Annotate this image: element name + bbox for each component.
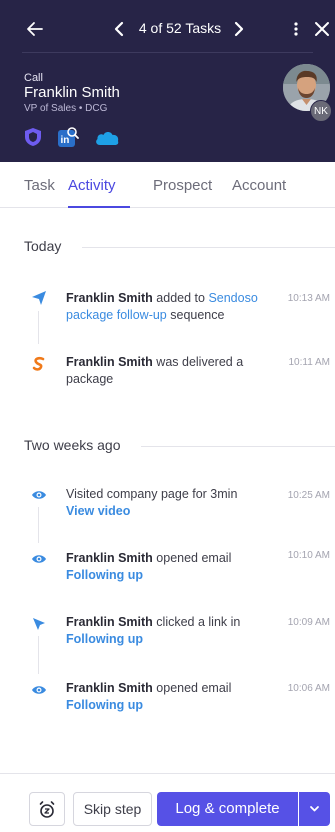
event-time: 10:11 AM xyxy=(288,357,330,368)
section-divider xyxy=(82,247,335,248)
svg-text:in: in xyxy=(61,135,70,146)
event-actor[interactable]: Franklin Smith xyxy=(66,615,153,629)
timeline-connector xyxy=(38,636,39,674)
tab-prospect[interactable]: Prospect xyxy=(153,177,212,194)
eye-icon xyxy=(32,686,46,694)
task-counter: 4 of 52 Tasks xyxy=(138,20,222,36)
section-divider xyxy=(141,446,335,447)
activity-event: Franklin Smith opened email Following up xyxy=(66,680,274,714)
shield-icon[interactable] xyxy=(22,126,44,148)
event-time: 10:25 AM xyxy=(287,490,330,501)
activity-event: Franklin Smith clicked a link in Followi… xyxy=(66,614,274,648)
event-text: clicked a link in xyxy=(152,615,241,629)
salesforce-cloud-icon[interactable] xyxy=(94,126,120,148)
activity-event: Franklin Smith added to Sendoso package … xyxy=(66,290,274,324)
event-link[interactable]: Following up xyxy=(66,698,143,712)
linkedin-search-icon[interactable]: in xyxy=(57,126,79,148)
section-label-today: Today xyxy=(24,238,62,254)
event-time: 10:06 AM xyxy=(287,683,330,694)
chevron-down-icon xyxy=(310,806,319,812)
event-text: added to xyxy=(152,291,209,305)
close-icon[interactable] xyxy=(313,19,331,39)
task-actions-footer: Skip step Log & complete xyxy=(0,773,335,832)
event-actor[interactable]: Franklin Smith xyxy=(66,291,153,305)
send-icon xyxy=(32,291,46,305)
back-arrow-icon[interactable] xyxy=(24,18,46,40)
chevron-right-icon[interactable] xyxy=(229,19,247,39)
task-type-label: Call xyxy=(24,72,43,84)
skip-step-button[interactable]: Skip step xyxy=(73,792,152,826)
event-link[interactable]: Following up xyxy=(66,568,143,582)
event-actor[interactable]: Franklin Smith xyxy=(66,551,153,565)
activity-event: Franklin Smith opened email Following up xyxy=(66,550,274,584)
section-label-two-weeks-ago: Two weeks ago xyxy=(24,437,121,453)
task-header: 4 of 52 Tasks Call Franklin Smith VP of … xyxy=(0,0,335,162)
snooze-button[interactable] xyxy=(29,792,65,826)
timeline-connector xyxy=(38,311,39,344)
activity-event: Franklin Smith was delivered a package xyxy=(66,354,274,388)
event-text: Visited company page for 3min xyxy=(66,487,238,501)
log-options-dropdown[interactable] xyxy=(299,792,330,826)
task-navigation-bar: 4 of 52 Tasks xyxy=(0,0,335,56)
tab-account[interactable]: Account xyxy=(232,177,286,194)
avatar-initials: NK xyxy=(310,100,332,122)
activity-event: Visited company page for 3min View video xyxy=(66,486,274,520)
sendoso-icon xyxy=(32,356,45,371)
event-actor[interactable]: Franklin Smith xyxy=(66,355,153,369)
cursor-icon xyxy=(33,618,45,630)
event-text: opened email xyxy=(152,551,232,565)
event-link[interactable]: View video xyxy=(66,504,130,518)
contact-name[interactable]: Franklin Smith xyxy=(24,84,120,101)
more-vertical-icon[interactable] xyxy=(291,18,301,40)
chevron-left-icon[interactable] xyxy=(111,19,129,39)
event-link[interactable]: Following up xyxy=(66,632,143,646)
header-divider xyxy=(22,52,313,53)
event-time: 10:10 AM xyxy=(287,550,330,561)
log-and-complete-button[interactable]: Log & complete xyxy=(157,792,298,826)
timeline-connector xyxy=(38,507,39,543)
event-time: 10:09 AM xyxy=(287,617,330,628)
detail-tabs: Task Activity Prospect Account xyxy=(0,162,335,208)
active-tab-indicator xyxy=(68,206,130,208)
event-suffix: sequence xyxy=(166,308,225,322)
alarm-clock-icon xyxy=(39,801,55,818)
eye-icon xyxy=(32,491,46,499)
event-time: 10:13 AM xyxy=(287,293,330,304)
eye-icon xyxy=(32,555,46,563)
event-text: opened email xyxy=(152,681,232,695)
tab-activity[interactable]: Activity xyxy=(68,177,116,194)
event-actor[interactable]: Franklin Smith xyxy=(66,681,153,695)
contact-title: VP of Sales • DCG xyxy=(24,103,108,114)
tab-task[interactable]: Task xyxy=(24,177,55,194)
